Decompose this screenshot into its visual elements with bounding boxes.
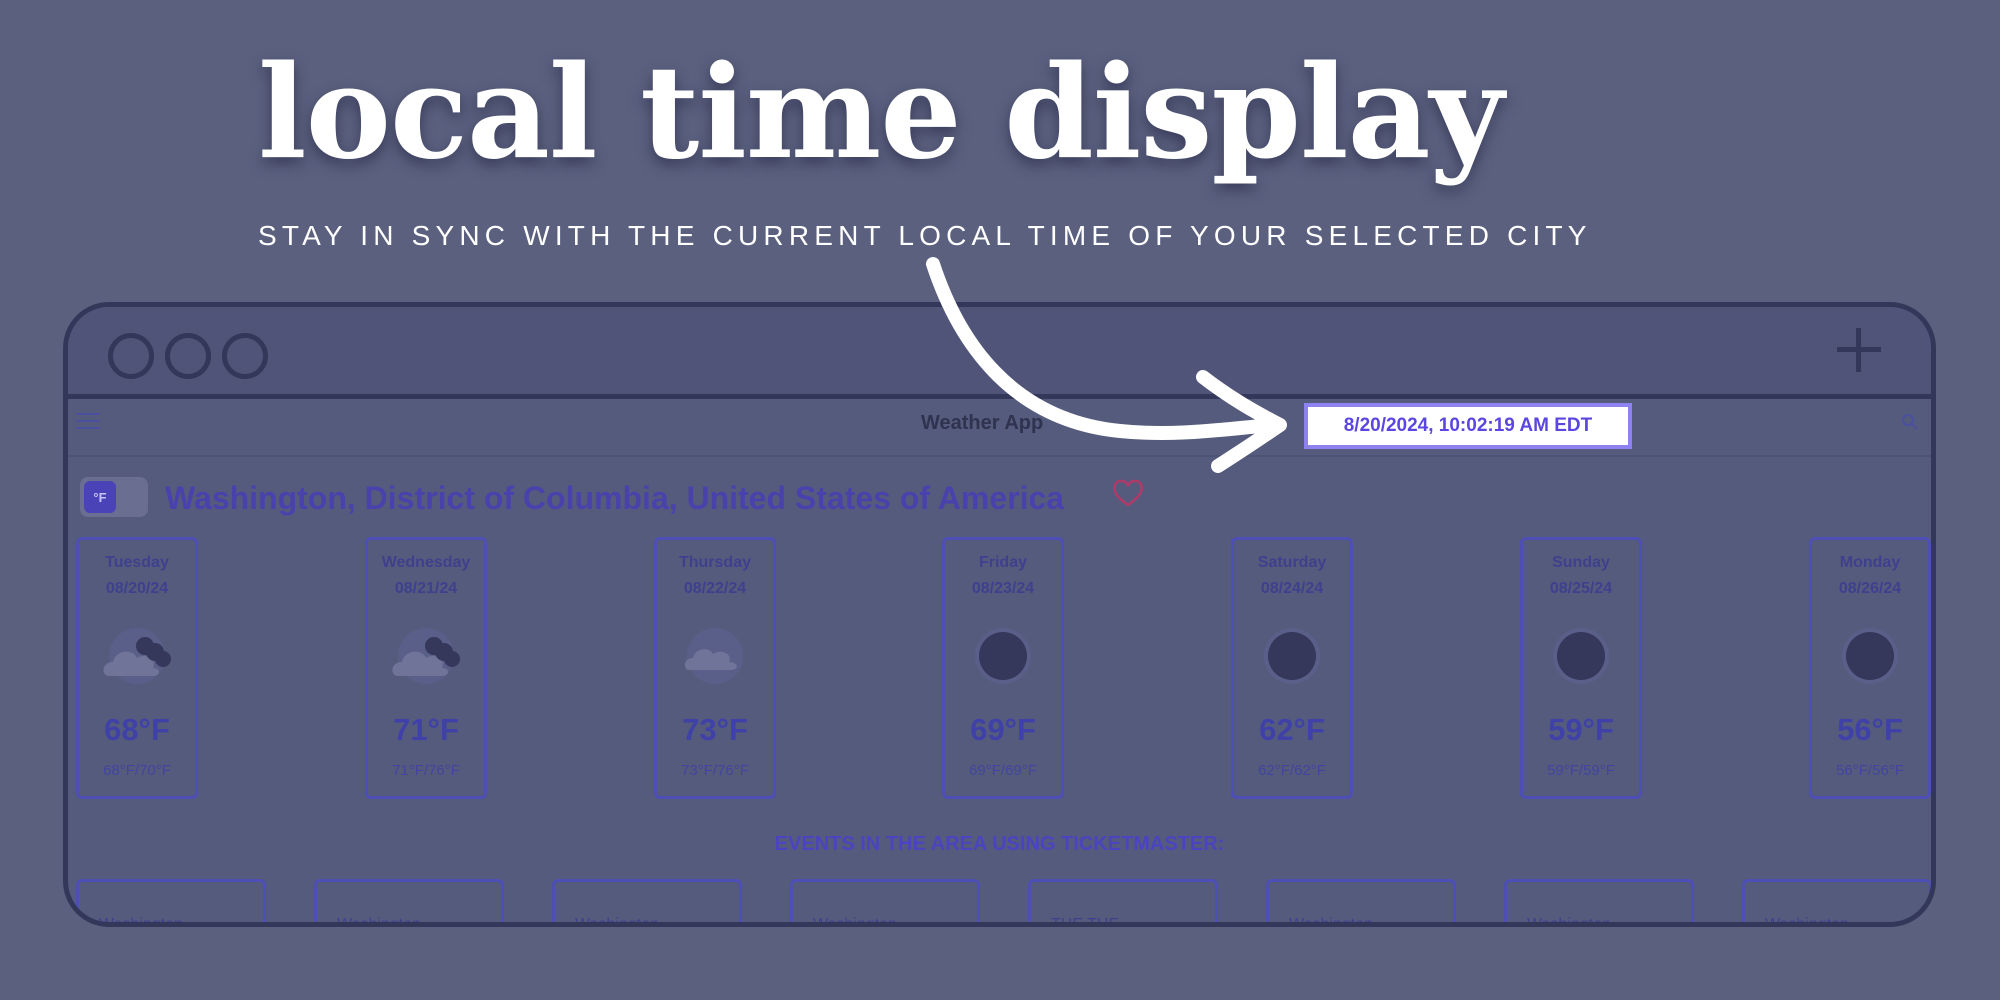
- forecast-range: 69°F/69°F: [969, 762, 1037, 779]
- forecast-card[interactable]: Monday 08/26/24 56°F 56°F/56°F: [1809, 537, 1931, 799]
- event-card[interactable]: Washington: [1742, 879, 1931, 922]
- forecast-card[interactable]: Tuesday 08/20/24 68°F 68°F/70°F: [76, 537, 198, 799]
- clear-night-icon: [1250, 626, 1334, 686]
- app-title: Weather App: [921, 412, 1044, 434]
- events-title: EVENTS IN THE AREA USING TICKETMASTER:: [774, 833, 1225, 855]
- forecast-day: Wednesday: [381, 554, 471, 571]
- forecast-day: Monday: [1839, 554, 1901, 571]
- event-card[interactable]: Washington: [314, 879, 504, 922]
- event-card[interactable]: Washington: [76, 879, 266, 922]
- cloud-icon: [673, 626, 757, 686]
- new-tab-plus-icon[interactable]: [1837, 328, 1881, 372]
- forecast-date: 08/25/24: [1549, 580, 1613, 597]
- forecast-date: 08/23/24: [971, 580, 1035, 597]
- partly-cloudy-night-icon: [95, 626, 179, 686]
- forecast-range: 56°F/56°F: [1836, 762, 1904, 779]
- browser-window: Weather App 8/20/2024, 10:02:19 AM EDT °…: [63, 302, 1936, 927]
- event-card[interactable]: THE THE: [1028, 879, 1218, 922]
- event-card[interactable]: Washington: [790, 879, 980, 922]
- promo-headline: local time display: [258, 38, 1504, 188]
- search-icon[interactable]: [1901, 413, 1919, 431]
- forecast-card[interactable]: Sunday 08/25/24 59°F 59°F/59°F: [1520, 537, 1642, 799]
- location-title: Washington, District of Columbia, United…: [165, 480, 1065, 516]
- unit-toggle-label: °F: [84, 481, 116, 513]
- forecast-temp: 62°F: [1259, 712, 1325, 747]
- event-card[interactable]: Washington: [1266, 879, 1456, 922]
- forecast-day: Tuesday: [105, 554, 169, 571]
- forecast-temp: 56°F: [1837, 712, 1903, 747]
- window-close-dot[interactable]: [108, 333, 154, 379]
- window-titlebar: [68, 307, 1931, 399]
- forecast-day: Saturday: [1257, 554, 1327, 571]
- forecast-date: 08/22/24: [683, 580, 747, 597]
- unit-toggle[interactable]: °F: [80, 477, 148, 517]
- favorite-heart-icon[interactable]: [1111, 478, 1145, 508]
- menu-icon[interactable]: [76, 411, 100, 431]
- promo-subhead: STAY IN SYNC WITH THE CURRENT LOCAL TIME…: [258, 220, 1592, 251]
- forecast-temp: 71°F: [393, 712, 459, 747]
- forecast-temp: 59°F: [1548, 712, 1614, 747]
- forecast-range: 68°F/70°F: [103, 762, 171, 779]
- app-header: Weather App 8/20/2024, 10:02:19 AM EDT: [68, 399, 1931, 457]
- forecast-date: 08/20/24: [105, 580, 169, 597]
- forecast-date: 08/24/24: [1260, 580, 1324, 597]
- clear-night-icon: [1539, 626, 1623, 686]
- forecast-day: Sunday: [1552, 554, 1610, 571]
- forecast-card[interactable]: Friday 08/23/24 69°F 69°F/69°F: [942, 537, 1064, 799]
- forecast-date: 08/26/24: [1838, 580, 1902, 597]
- forecast-range: 62°F/62°F: [1258, 762, 1326, 779]
- forecast-card[interactable]: Saturday 08/24/24 62°F 62°F/62°F: [1231, 537, 1353, 799]
- window-maximize-dot[interactable]: [222, 333, 268, 379]
- forecast-card[interactable]: Thursday 08/22/24 73°F 73°F/76°F: [654, 537, 776, 799]
- event-card[interactable]: Washington: [552, 879, 742, 922]
- forecast-temp: 68°F: [104, 712, 170, 747]
- forecast-temp: 69°F: [970, 712, 1036, 747]
- forecast-card[interactable]: Wednesday 08/21/24 71°F 71°F/76°F: [365, 537, 487, 799]
- forecast-range: 73°F/76°F: [681, 762, 749, 779]
- forecast-day: Friday: [978, 554, 1027, 571]
- window-minimize-dot[interactable]: [165, 333, 211, 379]
- partly-cloudy-night-icon: [384, 626, 468, 686]
- event-card[interactable]: Washington: [1504, 879, 1694, 922]
- forecast-range: 59°F/59°F: [1547, 762, 1615, 779]
- forecast-date: 08/21/24: [394, 580, 458, 597]
- forecast-temp: 73°F: [682, 712, 748, 747]
- clear-night-icon: [961, 626, 1045, 686]
- local-time-display: 8/20/2024, 10:02:19 AM EDT: [1304, 403, 1632, 449]
- forecast-range: 71°F/76°F: [392, 762, 460, 779]
- clear-night-icon: [1828, 626, 1912, 686]
- forecast-day: Thursday: [678, 554, 751, 571]
- location-row: °F Washington, District of Columbia, Uni…: [68, 469, 1931, 529]
